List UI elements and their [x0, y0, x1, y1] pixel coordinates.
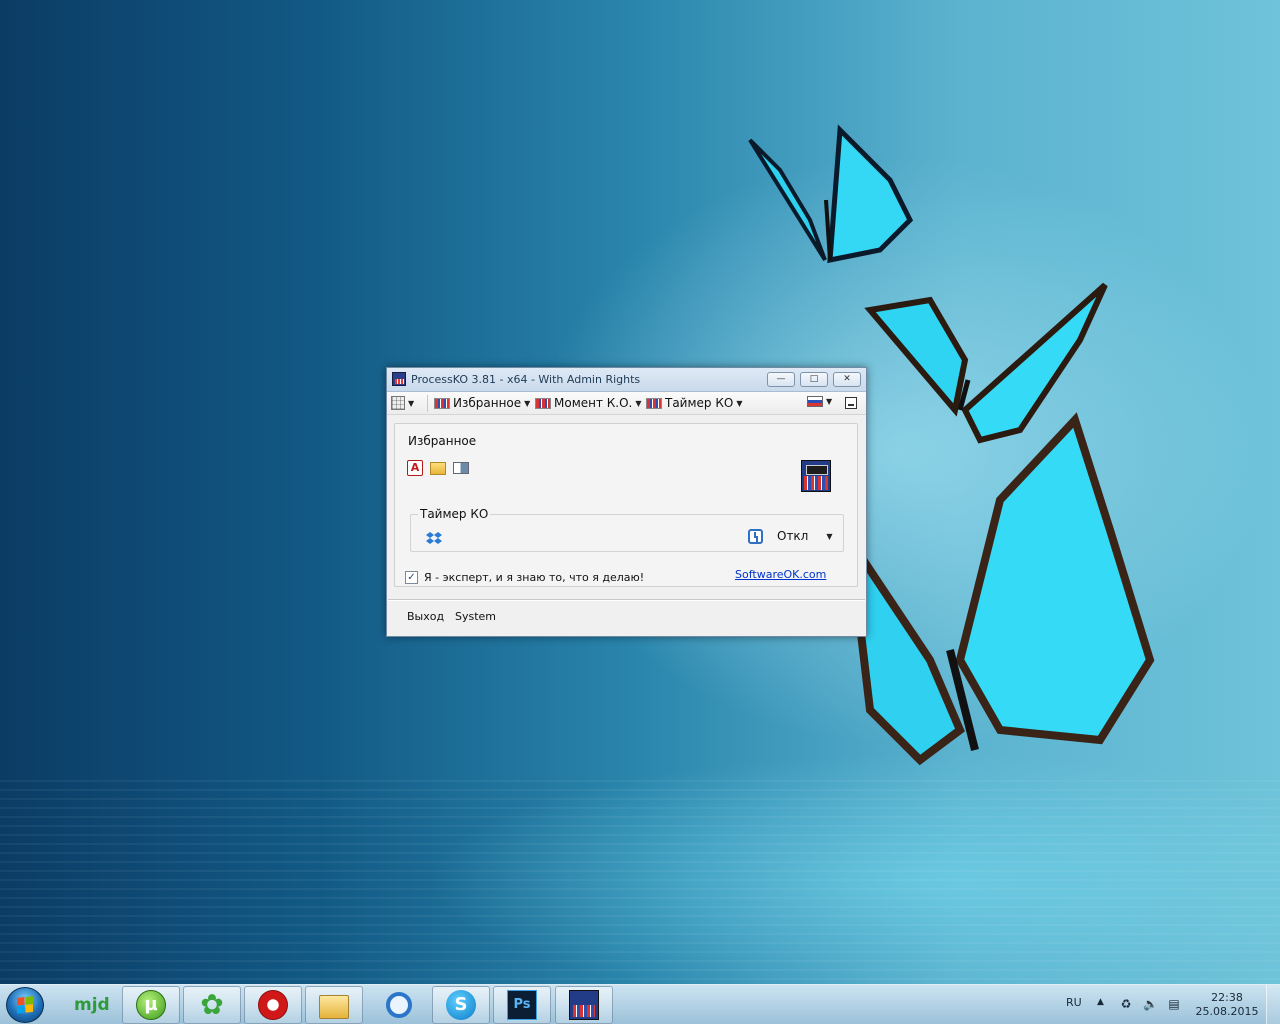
window-title: ProcessKO 3.81 - x64 - With Admin Rights [411, 373, 641, 386]
network-icon[interactable]: ▤ [1167, 997, 1181, 1011]
ko-icon [646, 397, 662, 409]
timer-status: Откл [777, 529, 809, 543]
menu-favorites[interactable]: Избранное ▼ [434, 396, 530, 410]
exit-button[interactable]: Выход [407, 610, 444, 623]
expert-checkbox-label: Я - эксперт, и я знаю то, что я делаю! [424, 571, 645, 584]
menu-timer-ko[interactable]: Таймер КО ▼ [646, 396, 742, 410]
clock-time: 22:38 [1211, 991, 1243, 1004]
taskbar: mjd µ ✿ S Ps RU ▲ ♻ 🔈 ▤ 22:38 25.08.2015 [0, 984, 1280, 1024]
start-button[interactable] [6, 987, 44, 1023]
chevron-down-icon: ▼ [408, 398, 415, 408]
taskbar-utorrent[interactable]: µ [122, 986, 180, 1024]
tray-expand-icon[interactable]: ▲ [1097, 997, 1104, 1007]
taskbar-explorer[interactable] [305, 986, 363, 1024]
system-clock[interactable]: 22:38 25.08.2015 [1194, 991, 1260, 1019]
taskbar-mjd[interactable]: mjd [60, 986, 118, 1024]
chevron-down-icon: ▼ [635, 398, 642, 408]
ko-icon [535, 397, 551, 409]
menu-separator [427, 395, 428, 412]
dropbox-icon[interactable] [426, 531, 442, 545]
expert-checkbox[interactable]: ✓ [405, 571, 418, 584]
chevron-down-icon: ▼ [736, 398, 743, 408]
flag-icon [807, 396, 823, 407]
taskbar-qip[interactable] [370, 986, 428, 1024]
maximize-button[interactable]: □ [800, 372, 828, 387]
acrobat-icon[interactable]: A [407, 460, 423, 476]
close-button[interactable]: ✕ [833, 372, 861, 387]
timer-group-label: Таймер КО [418, 507, 491, 521]
menu-timer-label: Таймер КО [665, 396, 734, 410]
bottom-separator [388, 599, 865, 601]
favorites-group-label: Избранное [408, 434, 477, 448]
taskbar-opera[interactable] [244, 986, 302, 1024]
folder-icon[interactable] [430, 462, 446, 475]
minimize-to-tray-button[interactable] [845, 397, 857, 409]
menu-moment-label: Момент К.О. [554, 396, 633, 410]
show-desktop-button[interactable] [1266, 985, 1280, 1024]
chevron-down-icon: ▼ [524, 398, 531, 408]
language-indicator[interactable]: RU [1066, 996, 1082, 1009]
window-icon[interactable] [453, 462, 469, 474]
network-share-icon[interactable]: ♻ [1119, 997, 1133, 1011]
taskbar-photoshop[interactable]: Ps [493, 986, 551, 1024]
photoshop-icon: Ps [507, 990, 537, 1020]
skype-icon: S [446, 990, 476, 1020]
timer-dropdown[interactable]: Откл ▼ [777, 529, 833, 543]
processko-icon [569, 990, 599, 1020]
water-reflection [0, 780, 1280, 984]
taskbar-skype[interactable]: S [432, 986, 490, 1024]
processko-window: ProcessKO 3.81 - x64 - With Admin Rights… [386, 367, 867, 637]
processko-large-icon[interactable] [801, 460, 831, 492]
chevron-down-icon: ▼ [826, 397, 833, 406]
icq-icon: ✿ [200, 988, 224, 1021]
taskbar-icq[interactable]: ✿ [183, 986, 241, 1024]
ko-icon [434, 397, 450, 409]
minimize-button[interactable]: — [767, 372, 795, 387]
processko-app-icon [392, 372, 406, 386]
favorites-icons: A [407, 460, 469, 476]
system-button[interactable]: System [455, 610, 496, 623]
title-bar[interactable]: ProcessKO 3.81 - x64 - With Admin Rights… [387, 368, 866, 392]
opera-icon [258, 990, 288, 1020]
clock-date: 25.08.2015 [1195, 1005, 1259, 1018]
volume-icon[interactable]: 🔈 [1143, 997, 1158, 1011]
menu-bar: ▼ Избранное ▼ Момент К.О. ▼ Таймер КО ▼ … [387, 392, 866, 415]
taskbar-processko[interactable] [555, 986, 613, 1024]
qip-icon [386, 992, 412, 1018]
grid-icon [391, 396, 405, 410]
chevron-down-icon: ▼ [826, 531, 833, 541]
expert-checkbox-row[interactable]: ✓ Я - эксперт, и я знаю то, что я делаю! [405, 571, 644, 584]
language-flag-dropdown[interactable]: ▼ [807, 396, 832, 407]
softwareok-link[interactable]: SoftwareOK.com [735, 568, 826, 581]
menu-moment-ko[interactable]: Момент К.О. ▼ [535, 396, 642, 410]
mjd-icon: mjd [74, 995, 110, 1015]
clock-icon[interactable] [748, 529, 763, 544]
butterfly-top [748, 124, 914, 264]
folder-icon [319, 994, 349, 1019]
utorrent-icon: µ [136, 990, 166, 1020]
menu-grid-dropdown[interactable]: ▼ [391, 396, 414, 410]
menu-favorites-label: Избранное [453, 396, 522, 410]
